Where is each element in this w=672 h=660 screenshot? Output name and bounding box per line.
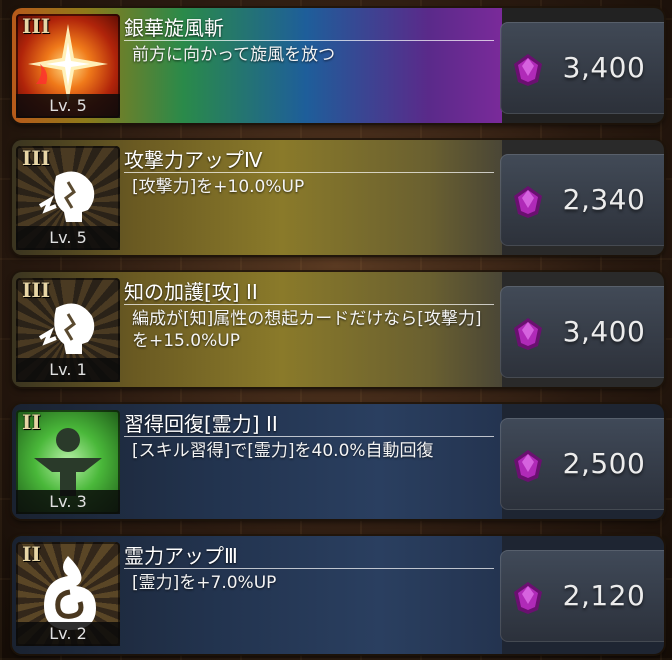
cost-value: 2,500 — [562, 447, 646, 480]
gem-icon — [514, 318, 542, 350]
skill-row-3[interactable]: III Lv. 1 知の加護[攻] II 編成が[知]属性の想起カードだけなら[… — [12, 272, 664, 387]
gem-icon — [514, 186, 542, 218]
gem-icon — [514, 582, 542, 614]
skill-row-2[interactable]: III Lv. 5 攻撃力アップⅣ [攻撃力]を+10.0%UP 2,340 — [12, 140, 664, 255]
level-label: Lv. 2 — [16, 622, 120, 646]
cost-button[interactable]: 3,400 — [500, 286, 664, 378]
cost-value: 2,340 — [562, 183, 646, 216]
rank-badge: II — [22, 410, 41, 434]
skill-title: 知の加護[攻] II — [124, 280, 258, 304]
skill-row-1[interactable]: III Lv. 5 銀華旋風斬 前方に向かって旋風を放つ 3,400 — [12, 8, 664, 123]
gem-icon — [514, 450, 542, 482]
cost-button[interactable]: 2,340 — [500, 154, 664, 246]
skill-description: [霊力]を+7.0%UP — [132, 573, 277, 593]
skill-description: 編成が[知]属性の想起カードだけなら[攻撃力]を+15.0%UP — [132, 309, 482, 351]
title-divider — [124, 40, 494, 41]
cost-value: 3,400 — [562, 315, 646, 348]
title-divider — [124, 304, 494, 305]
level-label: Lv. 5 — [16, 94, 120, 118]
level-label: Lv. 5 — [16, 226, 120, 250]
cost-value: 2,120 — [562, 579, 646, 612]
skill-description: 前方に向かって旋風を放つ — [132, 45, 336, 65]
skill-row-4[interactable]: II Lv. 3 習得回復[霊力] II [スキル習得]で[霊力]を40.0%自… — [12, 404, 664, 519]
skill-title: 攻撃力アップⅣ — [124, 148, 263, 172]
cost-button[interactable]: 2,120 — [500, 550, 664, 642]
rank-badge: III — [22, 14, 51, 38]
rank-badge: III — [22, 146, 51, 170]
gem-icon — [514, 54, 542, 86]
skill-title: 霊力アップⅢ — [124, 544, 238, 568]
rank-badge: II — [22, 542, 41, 566]
title-divider — [124, 436, 494, 437]
level-label: Lv. 3 — [16, 490, 120, 514]
rank-badge: III — [22, 278, 51, 302]
level-label: Lv. 1 — [16, 358, 120, 382]
skill-title: 銀華旋風斬 — [124, 16, 224, 40]
title-divider — [124, 172, 494, 173]
skill-row-5[interactable]: II Lv. 2 霊力アップⅢ [霊力]を+7.0%UP 2,120 — [12, 536, 664, 654]
skill-description: [攻撃力]を+10.0%UP — [132, 177, 305, 197]
cost-button[interactable]: 3,400 — [500, 22, 664, 114]
skill-title: 習得回復[霊力] II — [124, 412, 278, 436]
cost-value: 3,400 — [562, 51, 646, 84]
title-divider — [124, 568, 494, 569]
cost-button[interactable]: 2,500 — [500, 418, 664, 510]
skill-description: [スキル習得]で[霊力]を40.0%自動回復 — [132, 441, 434, 461]
